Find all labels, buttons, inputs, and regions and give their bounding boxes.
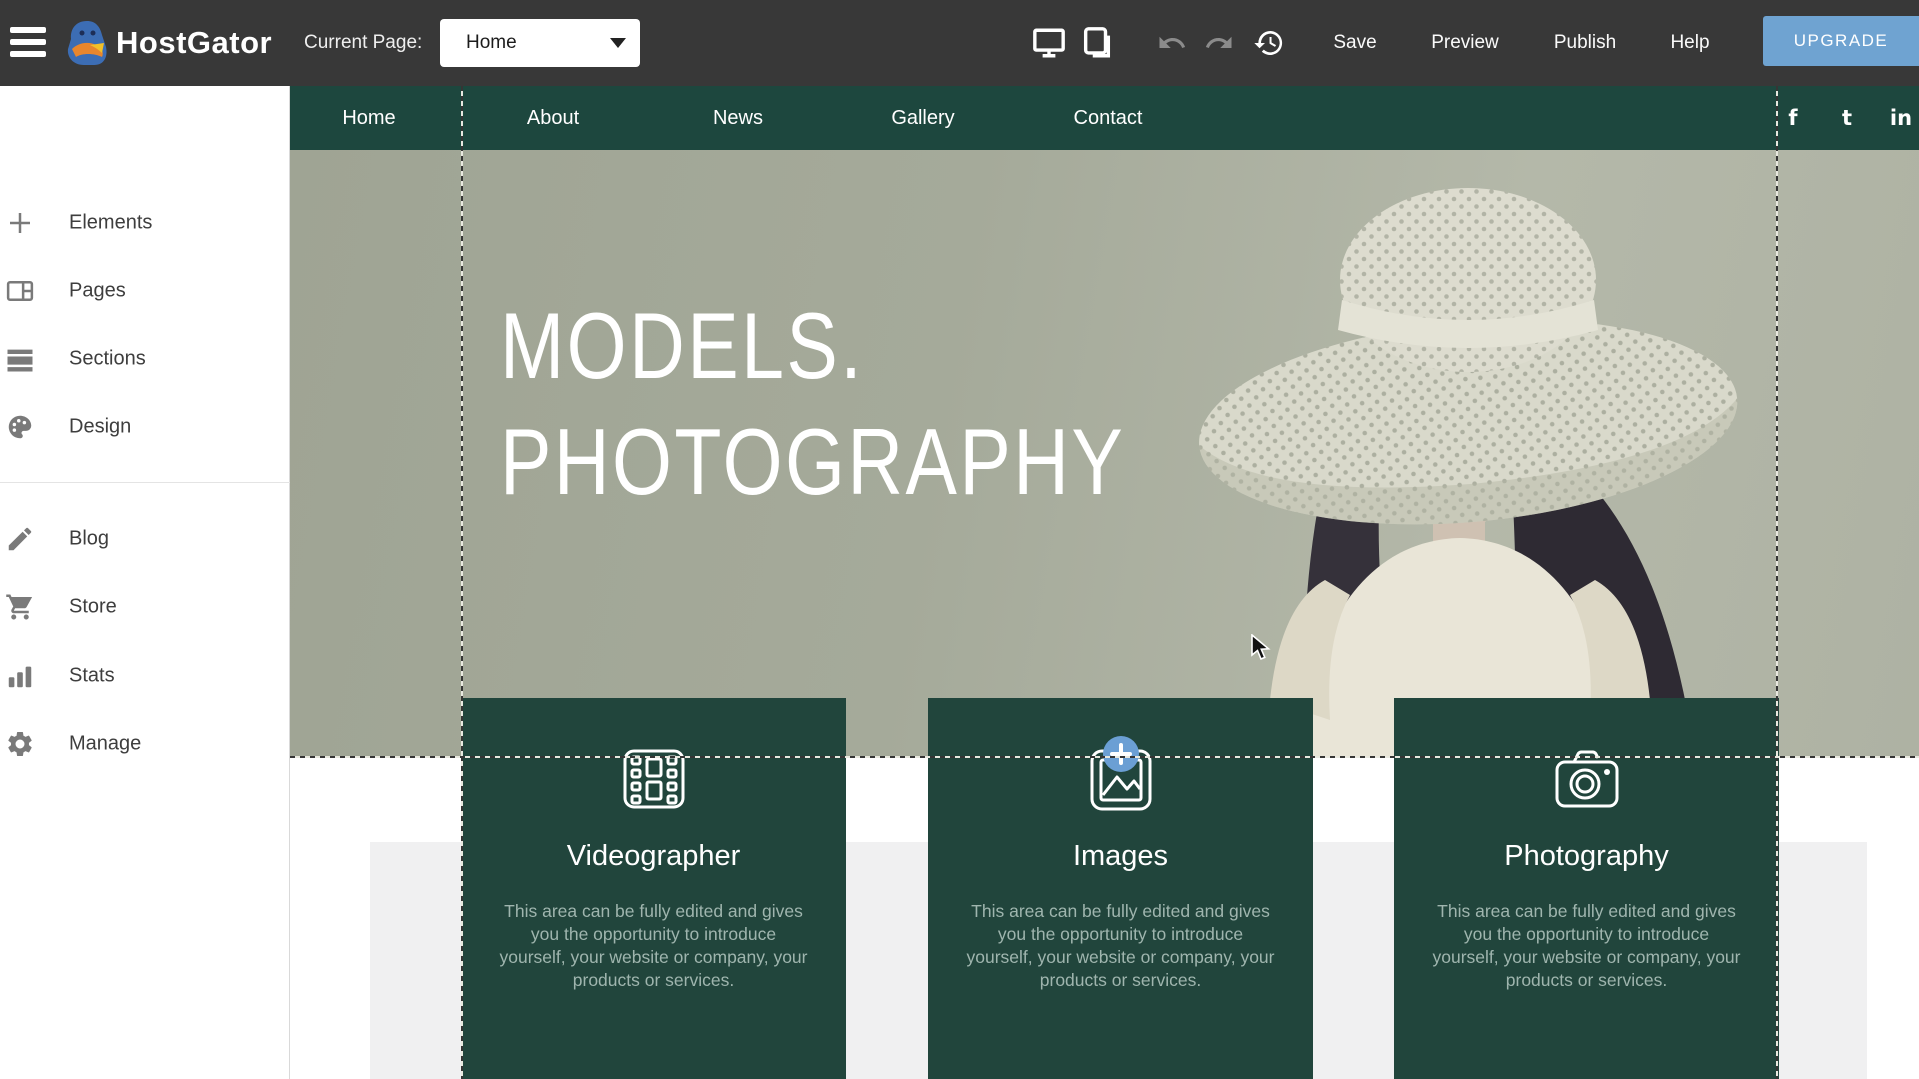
sidebar-item-label: Sections bbox=[69, 348, 146, 371]
content-guide-left bbox=[461, 86, 463, 1079]
page-select-dropdown[interactable]: Home bbox=[440, 19, 640, 67]
sidebar-item-label: Elements bbox=[69, 212, 152, 235]
sidebar-item-store[interactable]: Store bbox=[0, 573, 290, 641]
facebook-icon[interactable]: f bbox=[1773, 86, 1813, 150]
hero-heading-line2: PHOTOGRAPHY bbox=[500, 404, 1125, 520]
model-photo bbox=[1150, 150, 1919, 756]
brand-name: HostGator bbox=[116, 25, 272, 61]
sidebar-item-label: Design bbox=[69, 416, 131, 439]
mouse-cursor bbox=[1250, 634, 1276, 662]
preview-button[interactable]: Preview bbox=[1425, 0, 1505, 86]
site-nav-about[interactable]: About bbox=[493, 86, 613, 150]
sidebar-item-stats[interactable]: Stats bbox=[0, 642, 290, 710]
sidebar-item-label: Store bbox=[69, 596, 117, 619]
publish-button[interactable]: Publish bbox=[1545, 0, 1625, 86]
hero-heading[interactable]: MODELS. PHOTOGRAPHY bbox=[500, 288, 1125, 520]
current-page-label: Current Page: bbox=[304, 0, 422, 86]
hostgator-builder-window: HostGator Current Page: Home Save Previe… bbox=[0, 0, 1919, 1079]
help-button[interactable]: Help bbox=[1660, 0, 1720, 86]
mobile-view-icon[interactable] bbox=[1080, 26, 1114, 60]
linkedin-icon[interactable]: in bbox=[1881, 86, 1919, 150]
sidebar-item-sections[interactable]: Sections bbox=[0, 325, 290, 393]
sidebar-item-manage[interactable]: Manage bbox=[0, 710, 290, 778]
card-body-text: This area can be fully edited and gives … bbox=[1432, 900, 1742, 992]
chevron-down-icon bbox=[610, 38, 626, 48]
card-body-text: This area can be fully edited and gives … bbox=[966, 900, 1276, 992]
plus-icon bbox=[5, 208, 35, 238]
design-palette-icon bbox=[5, 412, 35, 442]
sidebar-item-blog[interactable]: Blog bbox=[0, 505, 290, 573]
sidebar-item-label: Blog bbox=[69, 528, 109, 551]
page-select-value: Home bbox=[466, 32, 517, 54]
manage-gear-icon bbox=[5, 729, 35, 759]
card-title: Photography bbox=[1394, 840, 1779, 873]
undo-icon[interactable] bbox=[1157, 26, 1187, 60]
hero-heading-line1: MODELS. bbox=[500, 288, 1125, 404]
sidebar-item-pages[interactable]: Pages bbox=[0, 257, 290, 325]
hero-section[interactable]: MODELS. PHOTOGRAPHY bbox=[290, 150, 1919, 756]
hamburger-menu-icon[interactable] bbox=[10, 27, 46, 59]
editor-sidebar: Elements Pages Sections Design bbox=[0, 86, 290, 1079]
sidebar-item-label: Stats bbox=[69, 665, 115, 688]
sidebar-item-label: Manage bbox=[69, 733, 141, 756]
redo-icon[interactable] bbox=[1204, 26, 1234, 60]
save-button[interactable]: Save bbox=[1325, 0, 1385, 86]
sidebar-item-design[interactable]: Design bbox=[0, 393, 290, 461]
sidebar-item-label: Pages bbox=[69, 280, 126, 303]
sections-icon bbox=[5, 344, 35, 374]
add-image-badge-icon[interactable] bbox=[1101, 734, 1141, 774]
hostgator-gator-icon bbox=[64, 19, 110, 67]
stats-bars-icon bbox=[5, 661, 35, 691]
editor-topbar: HostGator Current Page: Home Save Previe… bbox=[0, 0, 1919, 86]
history-icon[interactable] bbox=[1253, 26, 1285, 60]
site-nav-gallery[interactable]: Gallery bbox=[863, 86, 983, 150]
hero-section-guide bbox=[290, 756, 1919, 758]
card-body-text: This area can be fully edited and gives … bbox=[499, 900, 809, 992]
desktop-view-icon[interactable] bbox=[1032, 26, 1066, 60]
hostgator-logo: HostGator bbox=[64, 16, 272, 70]
site-nav-contact[interactable]: Contact bbox=[1048, 86, 1168, 150]
blog-pencil-icon bbox=[5, 524, 35, 554]
pages-icon bbox=[5, 276, 35, 306]
card-title: Videographer bbox=[461, 840, 846, 873]
site-nav-news[interactable]: News bbox=[678, 86, 798, 150]
store-cart-icon bbox=[5, 592, 35, 622]
sidebar-divider bbox=[0, 482, 290, 483]
upgrade-button[interactable]: UPGRADE bbox=[1763, 16, 1919, 66]
site-preview-canvas: Home About News Gallery Contact f t in bbox=[290, 86, 1919, 1079]
site-navbar: Home About News Gallery Contact f t in bbox=[290, 86, 1919, 150]
sidebar-item-elements[interactable]: Elements bbox=[0, 189, 290, 257]
twitter-icon[interactable]: t bbox=[1827, 86, 1867, 150]
card-title: Images bbox=[928, 840, 1313, 873]
content-guide-right bbox=[1776, 86, 1778, 1079]
site-nav-home[interactable]: Home bbox=[309, 86, 429, 150]
